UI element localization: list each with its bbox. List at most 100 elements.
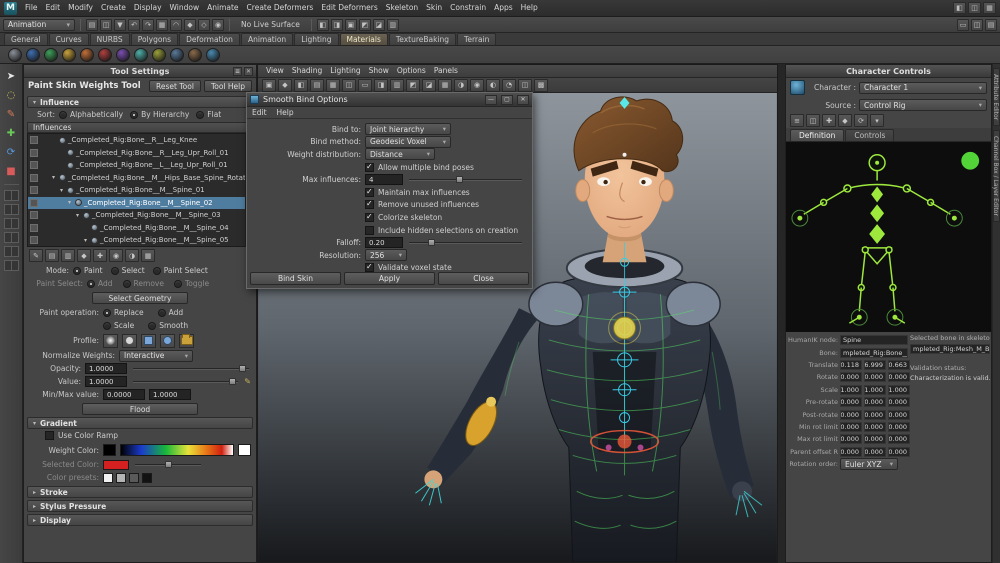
paint-operation-radio[interactable]: Smooth [148,321,188,330]
sort-radio[interactable]: By Hierarchy [130,110,189,119]
value-z[interactable]: 0.000 [888,372,910,382]
preset-dark-gray[interactable] [129,473,139,483]
influence-visibility-icon[interactable] [30,136,38,144]
mode-radio[interactable]: Paint Select [153,266,208,275]
hypershade-persp-layout-icon[interactable] [4,260,19,271]
value-y[interactable]: 0.000 [864,397,886,407]
snap-to-point-icon[interactable]: ◆ [184,19,196,31]
move-tool-icon[interactable]: ✚ [3,125,20,141]
sidebar-toggle-icon[interactable]: ▭ [957,19,969,31]
influence-section-header[interactable]: Influence [27,96,253,108]
scale-tool-icon[interactable]: ■ [3,163,20,179]
source-dropdown[interactable]: Control Rig [859,99,987,111]
selected-color-slider[interactable] [133,459,203,470]
redo-icon[interactable]: ↷ [142,19,154,31]
preset-light-gray[interactable] [116,473,126,483]
env-fog-shelf-icon[interactable] [188,48,202,62]
maximize-icon[interactable]: ▢ [501,95,513,105]
min-value-input[interactable]: 0.0000 [103,389,145,400]
paint-select-radio[interactable]: Add [87,279,113,288]
expander-icon[interactable]: ▾ [74,212,81,219]
influence-row[interactable]: ▾ _Completed_Rig:Bone__M__Spine_01 [28,184,252,197]
value-input[interactable]: 1.0000 [85,376,127,387]
anisotropic-shelf-icon[interactable] [8,48,22,62]
save-scene-icon[interactable]: ▼ [114,19,126,31]
dialog-button[interactable]: Bind Skin [250,272,341,285]
value-x[interactable]: 0.000 [840,397,862,407]
open-scene-icon[interactable]: ◫ [100,19,112,31]
move-influence-icon[interactable]: ✚ [93,249,107,262]
sort-radio[interactable]: Alphabetically [59,110,123,119]
safe-action-icon[interactable]: ◩ [406,79,420,92]
menu-item[interactable]: Skin [422,0,446,16]
minimize-icon[interactable]: — [485,95,497,105]
influence-visibility-icon[interactable] [30,211,38,219]
colorize-skeleton-checkbox[interactable] [365,213,374,222]
collapsed-section-header[interactable]: Stroke [27,486,253,498]
weight-hammer-icon[interactable]: ◆ [77,249,91,262]
field-chart-icon[interactable]: ▥ [390,79,404,92]
workspace-icon[interactable]: ◧ [953,2,966,14]
weight-color-ramp[interactable] [120,444,234,456]
value-y[interactable]: 1.000 [864,385,886,395]
layout-switch-icon[interactable]: ◫ [968,2,981,14]
value-z[interactable]: 0.000 [888,397,910,407]
persp-outliner-layout-icon[interactable] [4,246,19,257]
bind-method-dropdown[interactable]: Geodesic Voxel [365,136,451,148]
quick-layout-icon[interactable]: ◫ [971,19,983,31]
influence-visibility-icon[interactable] [30,186,38,194]
paint-effects-icon[interactable]: ◪ [373,19,385,31]
value-z[interactable]: 1.000 [888,385,910,395]
outliner-toggle-icon[interactable]: ▤ [985,19,997,31]
value-y[interactable]: 0.000 [864,447,886,457]
side-panel-tab[interactable]: Channel Box / Layer Editor [993,130,1000,222]
shelf-tab[interactable]: TextureBaking [389,33,456,45]
collapsed-section-header[interactable]: Display [27,514,253,526]
render-settings-icon[interactable]: ▣ [345,19,357,31]
viewport-menu-item[interactable]: Shading [288,63,326,79]
ipr-render-icon[interactable]: ◨ [331,19,343,31]
ramp-end-swatch[interactable] [238,444,251,456]
menu-item[interactable]: File [21,0,42,16]
shelf-tab[interactable]: Materials [340,33,388,45]
select-geometry-button[interactable]: Select Geometry [92,292,188,304]
character-state-indicator[interactable] [961,152,979,170]
shelf-tab[interactable]: Terrain [457,33,496,45]
influence-row[interactable]: _Completed_Rig:Bone__M__Spine_04 [28,222,252,235]
camera-attributes-icon[interactable]: ◧ [294,79,308,92]
single-pane-layout-icon[interactable] [4,190,19,201]
invert-selection-icon[interactable]: ◑ [125,249,139,262]
value-z[interactable]: 0.000 [888,447,910,457]
soft-brush-button[interactable] [103,334,118,348]
round-brush-button[interactable] [160,334,175,348]
normalize-weights-dropdown[interactable]: Interactive [119,350,193,362]
surface-shader-shelf-icon[interactable] [116,48,130,62]
textured-toggle-icon[interactable]: ▩ [534,79,548,92]
opacity-input[interactable]: 1.0000 [85,363,127,374]
menu-item[interactable]: Help [517,0,542,16]
opacity-slider[interactable] [131,363,251,374]
gradient-section-header[interactable]: Gradient [27,417,253,429]
menu-item[interactable]: Window [166,0,204,16]
shelf-tab[interactable]: General [4,33,48,45]
weight-distribution-dropdown[interactable]: Distance [365,148,435,160]
slider-handle[interactable] [165,461,172,468]
influence-row[interactable]: _Completed_Rig:Bone__R__Leg_Upr_Roll_01 [28,147,252,160]
value-x[interactable]: 0.000 [840,410,862,420]
select-camera-icon[interactable]: ▣ [262,79,276,92]
viewport-menu-item[interactable]: Options [393,63,430,79]
toolbox-icon[interactable]: ▥ [387,19,399,31]
hard-brush-button[interactable] [122,334,137,348]
shelf-tab[interactable]: Curves [49,33,89,45]
ramp-start-swatch[interactable] [103,444,116,456]
reset-tool-button[interactable]: Reset Tool [149,80,201,92]
select-tool-icon[interactable]: ➤ [3,68,20,84]
expander-icon[interactable]: ▾ [50,174,57,181]
phong-shelf-icon[interactable] [62,48,76,62]
two-pane-stacked-layout-icon[interactable] [4,232,19,243]
viewport-menu-item[interactable]: Lighting [326,63,364,79]
shelf-tab[interactable]: Deformation [179,33,240,45]
remove-unused-checkbox[interactable] [365,200,374,209]
ramp-weights-icon[interactable]: ▦ [141,249,155,262]
snap-to-curve-icon[interactable]: ◠ [170,19,182,31]
